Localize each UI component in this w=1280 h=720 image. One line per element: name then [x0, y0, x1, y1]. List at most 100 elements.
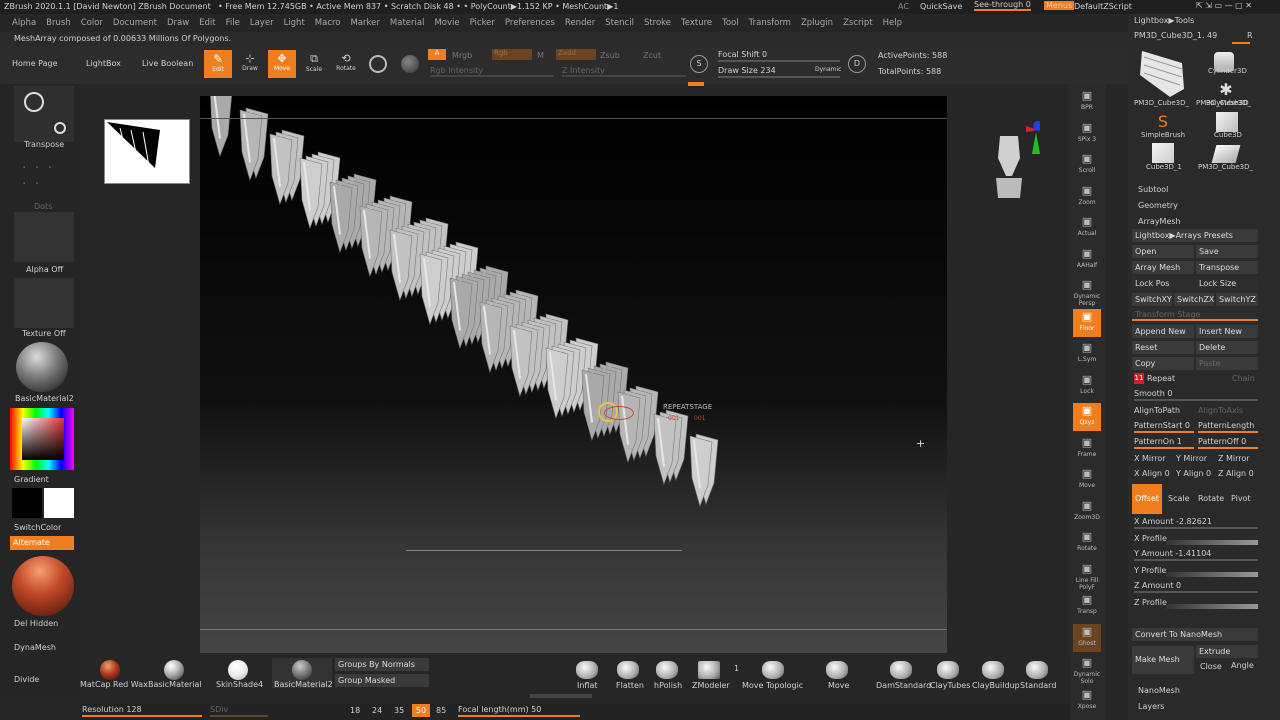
move-topological-brush-icon[interactable]: [762, 661, 784, 679]
flatten-brush-icon[interactable]: [617, 661, 639, 679]
z-mirror-button[interactable]: Z Mirror: [1218, 454, 1250, 463]
z-profile-curve[interactable]: Z Profile: [1134, 598, 1167, 607]
alternate-button[interactable]: Alternate: [10, 536, 74, 550]
focal-shift-icon[interactable]: S: [690, 55, 708, 73]
move-brush-icon[interactable]: [826, 661, 848, 679]
lightbox-button[interactable]: LightBox: [86, 59, 121, 68]
menu-movie[interactable]: Movie: [434, 18, 459, 28]
lens-85[interactable]: 85: [436, 706, 446, 715]
tool-thumbnail[interactable]: [104, 119, 190, 184]
claybuildup-brush-icon[interactable]: [982, 661, 1004, 679]
m-button[interactable]: M: [537, 51, 544, 60]
lightbox-tools-button[interactable]: Lightbox▶Tools: [1134, 16, 1194, 25]
transpose-toggle[interactable]: Transpose: [1196, 261, 1258, 274]
menu-edit[interactable]: Edit: [199, 18, 215, 28]
shelf-qxyz[interactable]: ▣ Qxyz: [1073, 403, 1101, 431]
pattern-on-slider[interactable]: PatternOn 1: [1134, 437, 1182, 446]
shelf-dynamic-solo[interactable]: ▣ Dynamic Solo: [1073, 655, 1101, 685]
menu-transform[interactable]: Transform: [749, 18, 791, 28]
transform-stage-slider[interactable]: Transform Stage: [1132, 308, 1258, 321]
edit-button[interactable]: ✎ Edit: [204, 50, 232, 78]
open-button[interactable]: Open: [1132, 245, 1194, 258]
subtool-section[interactable]: Subtool: [1138, 185, 1168, 194]
hpolish-brush-icon[interactable]: [656, 661, 678, 679]
paste-button[interactable]: Paste: [1196, 357, 1258, 370]
polymesh-star-icon[interactable]: ✱: [1216, 80, 1236, 99]
zcut-button[interactable]: Zcut: [643, 51, 661, 60]
switchzx-button[interactable]: SwitchZX: [1174, 293, 1214, 306]
close-toggle[interactable]: Close: [1200, 662, 1222, 671]
focal-shift-slider[interactable]: Focal Shift 0: [718, 50, 767, 59]
shelf-bpr[interactable]: ▣ BPR: [1073, 88, 1101, 116]
focal-length-slider[interactable]: Focal length(mm) 50: [458, 705, 541, 714]
home-page-button[interactable]: Home Page: [12, 59, 58, 68]
rgb-intensity-slider[interactable]: Rgb Intensity: [430, 66, 483, 75]
lens-18[interactable]: 18: [350, 706, 360, 715]
a-button[interactable]: A: [428, 49, 446, 60]
basic-material-icon[interactable]: [164, 660, 184, 680]
chain-toggle[interactable]: Chain: [1232, 374, 1255, 383]
shelf-ghost[interactable]: ▣ Ghost: [1073, 623, 1101, 652]
shelf-dynamic-persp[interactable]: ▣ Dynamic Persp: [1073, 277, 1101, 307]
lens-35[interactable]: 35: [394, 706, 404, 715]
alpha-button[interactable]: [14, 212, 74, 262]
inflat-brush-icon[interactable]: [576, 661, 598, 679]
simplebrush-icon[interactable]: S: [1154, 112, 1172, 131]
rotate-tab[interactable]: Rotate: [1198, 494, 1224, 503]
make-mesh-button[interactable]: Make Mesh: [1132, 646, 1194, 674]
shelf-actual[interactable]: ▣ Actual: [1073, 214, 1101, 242]
default-zscript-button[interactable]: DefaultZScript: [1074, 2, 1132, 11]
pivot-tab[interactable]: Pivot: [1231, 494, 1251, 503]
rotate-button[interactable]: ⟲ Rotate: [332, 50, 360, 78]
menu-texture[interactable]: Texture: [681, 18, 712, 28]
del-hidden-button[interactable]: Del Hidden: [14, 619, 58, 628]
move-button[interactable]: ✥ Move: [268, 50, 296, 78]
delete-button[interactable]: Delete: [1196, 341, 1258, 354]
shelf-transp[interactable]: ▣ Transp: [1073, 592, 1101, 620]
color-picker[interactable]: [10, 408, 74, 470]
draw-size-slider[interactable]: Draw Size 234: [718, 66, 776, 75]
tool-thumb-teeth[interactable]: [1134, 45, 1194, 100]
shelf-lock[interactable]: ▣ Lock: [1073, 372, 1101, 400]
material-sphere-icon[interactable]: [401, 55, 419, 73]
shelf-rotate[interactable]: ▣ Rotate: [1073, 529, 1101, 557]
pattern-off-slider[interactable]: PatternOff 0: [1198, 437, 1246, 446]
menu-render[interactable]: Render: [565, 18, 595, 28]
menu-zplugin[interactable]: Zplugin: [801, 18, 833, 28]
menu-zscript[interactable]: Zscript: [843, 18, 873, 28]
y-profile-curve[interactable]: Y Profile: [1134, 566, 1166, 575]
x-align-slider[interactable]: X Align 0: [1134, 469, 1170, 478]
quicksave-button[interactable]: QuickSave: [920, 2, 962, 11]
material-sphere[interactable]: [16, 342, 68, 392]
y-mirror-button[interactable]: Y Mirror: [1176, 454, 1207, 463]
navigation-head-icon[interactable]: [980, 118, 1043, 202]
switchxy-button[interactable]: SwitchXY: [1132, 293, 1172, 306]
matcap-red-wax-icon[interactable]: [100, 660, 120, 680]
groups-by-normals-button[interactable]: Groups By Normals: [335, 658, 429, 671]
pm3d-cube-icon[interactable]: [1211, 145, 1241, 163]
secondary-color-swatch[interactable]: [44, 488, 74, 518]
shelf-line-fill-polyf[interactable]: ▣ Line Fill PolyF: [1073, 561, 1101, 591]
z-amount-slider[interactable]: Z Amount 0: [1134, 581, 1181, 590]
menu-document[interactable]: Document: [113, 18, 157, 28]
arrays-presets-button[interactable]: Lightbox▶Arrays Presets: [1132, 229, 1258, 242]
menu-draw[interactable]: Draw: [167, 18, 189, 28]
smooth-slider[interactable]: Smooth 0: [1134, 389, 1173, 398]
layers-section[interactable]: Layers: [1138, 702, 1164, 711]
shelf-move[interactable]: ▣ Move: [1073, 466, 1101, 494]
insert-new-button[interactable]: Insert New: [1196, 325, 1258, 338]
lens-24[interactable]: 24: [372, 706, 382, 715]
convert-nanomesh-button[interactable]: Convert To NanoMesh: [1132, 628, 1258, 641]
offset-tab[interactable]: Offset: [1132, 484, 1162, 514]
sdiv-slider[interactable]: SDiv: [210, 705, 228, 714]
shelf-floor[interactable]: ▣ Floor: [1073, 308, 1101, 337]
menus-toggle[interactable]: Menus: [1044, 1, 1075, 10]
menu-material[interactable]: Material: [390, 18, 425, 28]
see-through-slider[interactable]: See-through 0: [974, 0, 1031, 11]
dynamesh-button[interactable]: DynaMesh: [14, 643, 56, 652]
z-align-slider[interactable]: Z Align 0: [1218, 469, 1254, 478]
shelf-l-sym[interactable]: ▣ L.Sym: [1073, 340, 1101, 368]
canvas-viewport[interactable]: REPEATSTAGE 001 001: [200, 96, 947, 653]
y-align-slider[interactable]: Y Align 0: [1176, 469, 1211, 478]
cube3d-icon[interactable]: [1216, 112, 1238, 132]
